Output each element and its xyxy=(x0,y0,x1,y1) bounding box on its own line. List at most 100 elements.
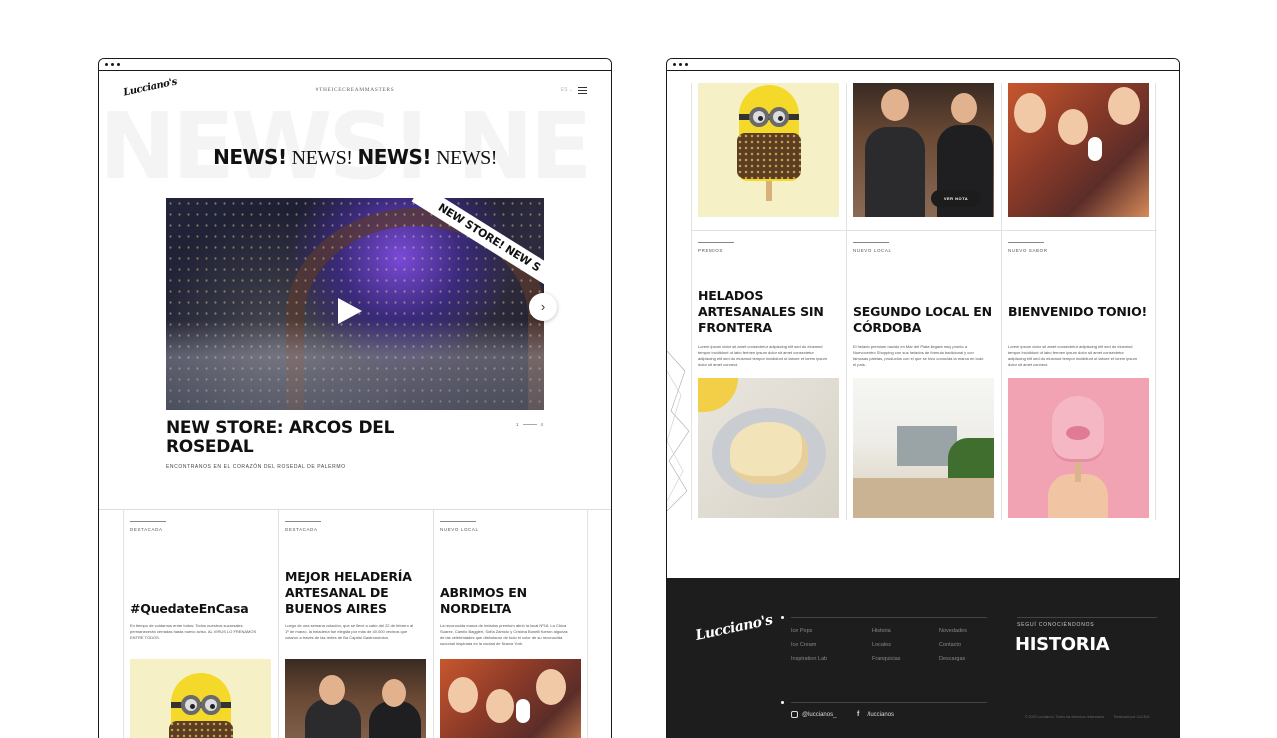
footer-historia-link[interactable]: HISTORIA xyxy=(1015,634,1110,655)
person-face xyxy=(951,93,977,123)
pager-current: 1 xyxy=(516,422,519,427)
minion-body xyxy=(168,673,233,738)
footer-link-contacto[interactable]: Contacto xyxy=(939,642,961,648)
news-card[interactable]: DESTACADA #QuedateEnCasa En tiempo de cu… xyxy=(123,509,278,738)
facebook-handle: /luccianos xyxy=(867,712,895,719)
card-title[interactable]: #QuedateEnCasa xyxy=(130,601,275,617)
minion-mask xyxy=(736,133,801,179)
footer-bullet xyxy=(781,616,784,619)
card-image-pig-popsicle[interactable] xyxy=(1008,378,1149,518)
language-selector[interactable]: ES ⌄ xyxy=(561,87,573,93)
window-dot xyxy=(117,63,120,66)
pager-total: 4 xyxy=(540,422,544,427)
hero-video[interactable]: NEW STORE! NEW S xyxy=(166,198,544,410)
footer-link-inspiration-lab[interactable]: Inspiration Lab xyxy=(791,656,827,662)
carousel-next-button[interactable]: › xyxy=(529,293,557,321)
card-body: Luego de una semana votación, que se lle… xyxy=(285,623,414,640)
news-card[interactable]: NUEVO LOCAL SEGUNDO LOCAL EN CÓRDOBA El … xyxy=(846,230,1001,520)
card-title[interactable]: BIENVENIDO TONIO! xyxy=(1008,304,1153,320)
footer-divider xyxy=(791,617,987,618)
person-face xyxy=(319,675,345,705)
instagram-link[interactable]: @luccianos_ xyxy=(791,711,836,718)
footer-link-locales[interactable]: Locales xyxy=(872,642,891,648)
news-card[interactable]: DESTACADA MEJOR HELADERÍA ARTESANAL DE B… xyxy=(278,509,433,738)
minion-body xyxy=(736,85,801,181)
card-category: PREMIOS xyxy=(698,242,734,253)
window-dot xyxy=(685,63,688,66)
person-face xyxy=(536,669,566,705)
minion-goggle xyxy=(768,107,789,127)
footer-link-descargas[interactable]: Descargas xyxy=(939,656,965,662)
person-face xyxy=(1058,109,1088,145)
person-face xyxy=(448,677,478,713)
card-category: NUEVO LOCAL xyxy=(853,242,892,253)
person-silhouette xyxy=(865,127,925,217)
card-body: En tiempo de cuidarnos entre todos: Todo… xyxy=(130,623,257,640)
footer-kicker: SEGUÍ CONOCIÉNDONOS xyxy=(1017,622,1095,628)
card-image-ice-cream-bowl[interactable] xyxy=(698,378,839,518)
copyright-text: © 2020 Lucciano's. Todos los derechos re… xyxy=(1025,715,1106,719)
site-footer: Lucciano's Ice Pops Ice Cream Inspiratio… xyxy=(667,578,1179,738)
window-dot xyxy=(679,63,682,66)
card-image-minion-popsicle[interactable] xyxy=(130,659,271,738)
news-card[interactable]: NUEVO SABOR BIENVENIDO TONIO! Lorem ipsu… xyxy=(1001,230,1156,520)
footer-link-ice-cream[interactable]: Ice Cream xyxy=(791,642,816,648)
footer-brand-logo[interactable]: Lucciano's xyxy=(694,612,774,644)
card-title[interactable]: MEJOR HELADERÍA ARTESANAL DE BUENOS AIRE… xyxy=(285,569,430,617)
decorative-lines xyxy=(667,351,690,511)
ice-cream-scoop xyxy=(730,422,808,484)
card-body: Lorem ipsum dolor sit amet consectetur a… xyxy=(1008,344,1137,367)
carousel-pager: 14 xyxy=(516,422,543,427)
hero-crowd xyxy=(166,320,544,410)
pig-snout xyxy=(1066,426,1090,440)
facebook-link[interactable]: f/luccianos xyxy=(857,711,894,718)
lemon-slice xyxy=(698,378,738,412)
card-image-award-photo[interactable]: VER NOTA xyxy=(853,83,994,217)
footer-link-novedades[interactable]: Novedades xyxy=(939,628,967,634)
minion-goggle xyxy=(748,107,769,127)
card-category: DESTACADA xyxy=(130,521,166,532)
window-dot xyxy=(111,63,114,66)
news-card[interactable]: PREMIOS HELADOS ARTESANALES SIN FRONTERA… xyxy=(691,230,846,520)
footer-divider xyxy=(1017,617,1157,618)
card-image-selfie[interactable] xyxy=(1008,83,1149,217)
title-word-bold: NEWS! xyxy=(357,145,432,169)
news-card[interactable]: NUEVO LOCAL ABRIMOS EN NORDELTA La recon… xyxy=(433,509,588,738)
popsicle xyxy=(1088,137,1102,161)
person-face xyxy=(1108,87,1140,125)
play-icon[interactable] xyxy=(338,298,362,324)
footer-link-historia[interactable]: Historia xyxy=(872,628,891,634)
card-category: DESTACADA xyxy=(285,521,321,532)
minion-goggle xyxy=(200,695,221,715)
hero-story-title[interactable]: NEW STORE: ARCOS DEL ROSEDAL xyxy=(166,419,466,457)
popsicle-stick xyxy=(1075,460,1081,482)
person-face xyxy=(881,89,909,121)
footer-bullet xyxy=(781,701,784,704)
facebook-icon: f xyxy=(857,711,860,718)
person-face xyxy=(382,679,406,707)
hashtag-tagline: #THEICECREAMMASTERS xyxy=(315,87,395,93)
card-image-minion-popsicle[interactable] xyxy=(698,83,839,217)
card-image-store-interior[interactable] xyxy=(853,378,994,518)
credit-text: Realizado por LUCIDA xyxy=(1114,715,1150,719)
card-title[interactable]: HELADOS ARTESANALES SIN FRONTERA xyxy=(698,288,843,336)
site-header: Lucciano's #THEICECREAMMASTERS ES ⌄ xyxy=(99,71,611,111)
card-category: NUEVO SABOR xyxy=(1008,242,1048,253)
window-titlebar xyxy=(667,59,1179,71)
footer-link-ice-pops[interactable]: Ice Pops xyxy=(791,628,812,634)
see-note-button[interactable]: VER NOTA xyxy=(931,190,981,207)
person-face xyxy=(486,689,514,723)
card-title[interactable]: ABRIMOS EN NORDELTA xyxy=(440,585,585,617)
hamburger-menu-icon[interactable] xyxy=(578,87,587,94)
card-category: NUEVO LOCAL xyxy=(440,521,479,532)
window-dot xyxy=(105,63,108,66)
card-image-award-photo[interactable] xyxy=(285,659,426,738)
window-dot xyxy=(673,63,676,66)
browser-window-news: VER NOTA PREMIOS HELADOS ARTESANALES SIN… xyxy=(666,58,1180,738)
title-word-light: NEWS! xyxy=(291,147,353,169)
card-image-selfie[interactable] xyxy=(440,659,581,738)
minion-goggle xyxy=(180,695,201,715)
card-title[interactable]: SEGUNDO LOCAL EN CÓRDOBA xyxy=(853,304,998,336)
footer-link-franquicias[interactable]: Franquicias xyxy=(872,656,900,662)
person-face xyxy=(1014,93,1046,133)
